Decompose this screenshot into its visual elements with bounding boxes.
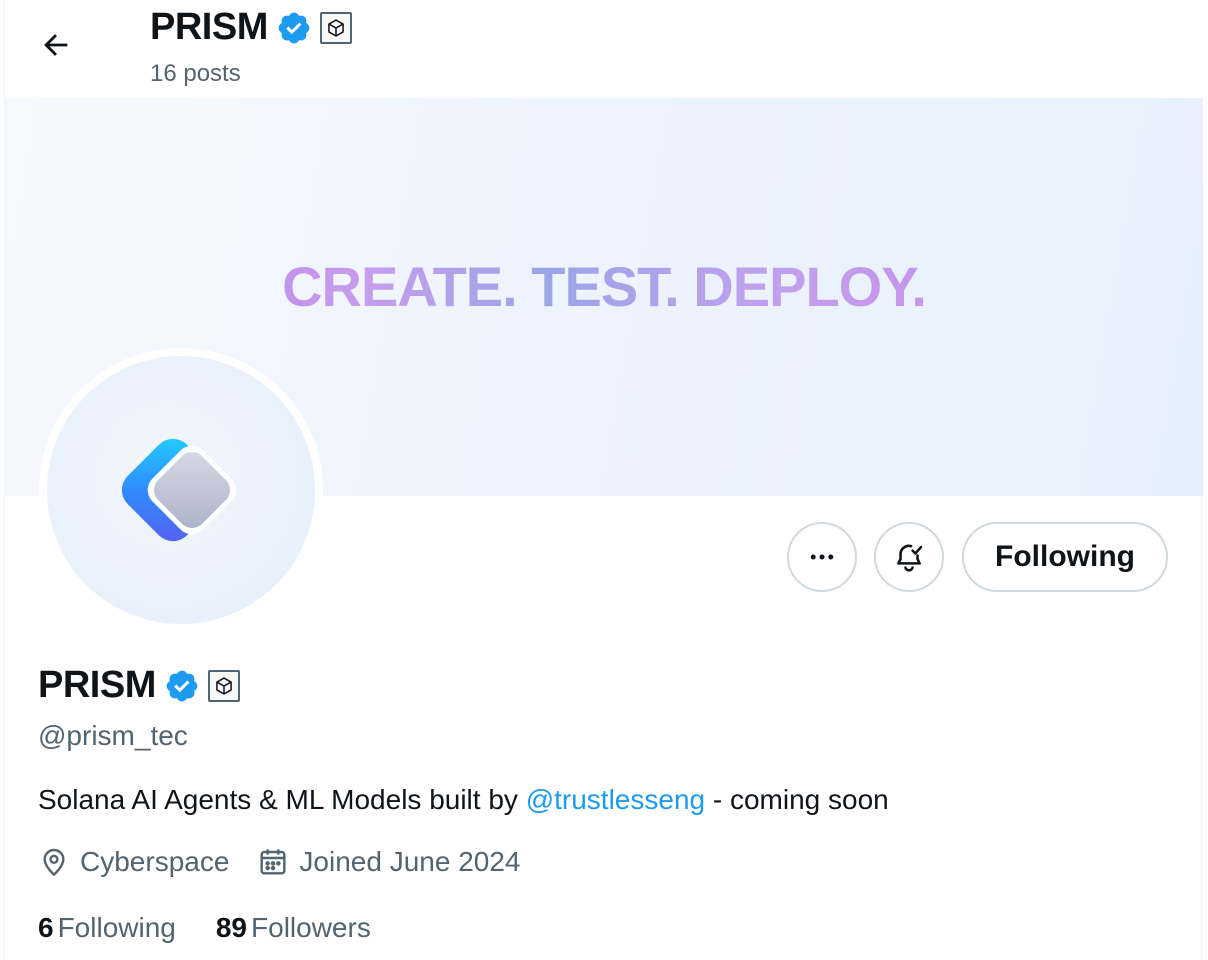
following-count: 6 — [38, 912, 54, 943]
notifications-button[interactable] — [874, 522, 944, 592]
profile-header-bar: PRISM 16 posts — [5, 0, 1203, 98]
profile-join-date: Joined June 2024 — [257, 846, 520, 878]
profile-stats: 6 Following 89 Followers — [38, 912, 411, 944]
following-count-link[interactable]: 6 Following — [38, 912, 176, 944]
bio-text-prefix: Solana AI Agents & ML Models built by — [38, 784, 526, 815]
location-text: Cyberspace — [80, 846, 230, 877]
following-label: Following — [57, 912, 176, 943]
more-dots-icon — [810, 554, 834, 560]
joined-text: Joined June 2024 — [299, 846, 521, 877]
verified-badge-icon — [278, 12, 310, 43]
verified-badge-icon[interactable] — [164, 668, 200, 704]
affiliate-badge[interactable] — [207, 669, 240, 702]
profile-location: Cyberspace — [38, 846, 229, 878]
map-pin-icon — [43, 848, 65, 877]
cube-icon — [216, 676, 232, 695]
followers-count-link[interactable]: 89 Followers — [216, 912, 371, 944]
profile-display-name: PRISM — [38, 664, 156, 706]
profile-name-row: PRISM — [38, 664, 240, 707]
banner-tagline: CREATE. TEST. DEPLOY. — [5, 254, 1203, 319]
avatar-image — [47, 356, 315, 624]
profile-meta-row: Cyberspace Joined June 2024 — [38, 846, 548, 878]
back-button[interactable] — [33, 22, 79, 68]
prism-logo-icon — [121, 438, 237, 542]
cube-icon — [328, 18, 344, 37]
profile-page: PRISM 16 posts CREATE. TEST. DEPLOY. Fol… — [4, 0, 1203, 960]
arrow-left-icon — [44, 34, 68, 56]
following-button[interactable]: Following — [962, 522, 1168, 592]
calendar-icon — [260, 849, 286, 875]
affiliate-badge[interactable] — [319, 11, 352, 44]
bio-mention-link[interactable]: @trustlesseng — [526, 784, 705, 815]
more-options-button[interactable] — [787, 522, 857, 592]
bio-text-suffix: - coming soon — [705, 784, 889, 815]
followers-label: Followers — [251, 912, 371, 943]
header-display-name: PRISM — [150, 6, 268, 48]
profile-avatar[interactable] — [39, 348, 323, 632]
followers-count: 89 — [215, 912, 248, 943]
bell-check-icon — [897, 544, 923, 572]
header-title-row: PRISM — [150, 6, 352, 49]
profile-bio: Solana AI Agents & ML Models built by @t… — [38, 784, 889, 816]
post-count: 16 posts — [150, 60, 241, 87]
profile-handle: @prism_tec — [38, 720, 188, 751]
